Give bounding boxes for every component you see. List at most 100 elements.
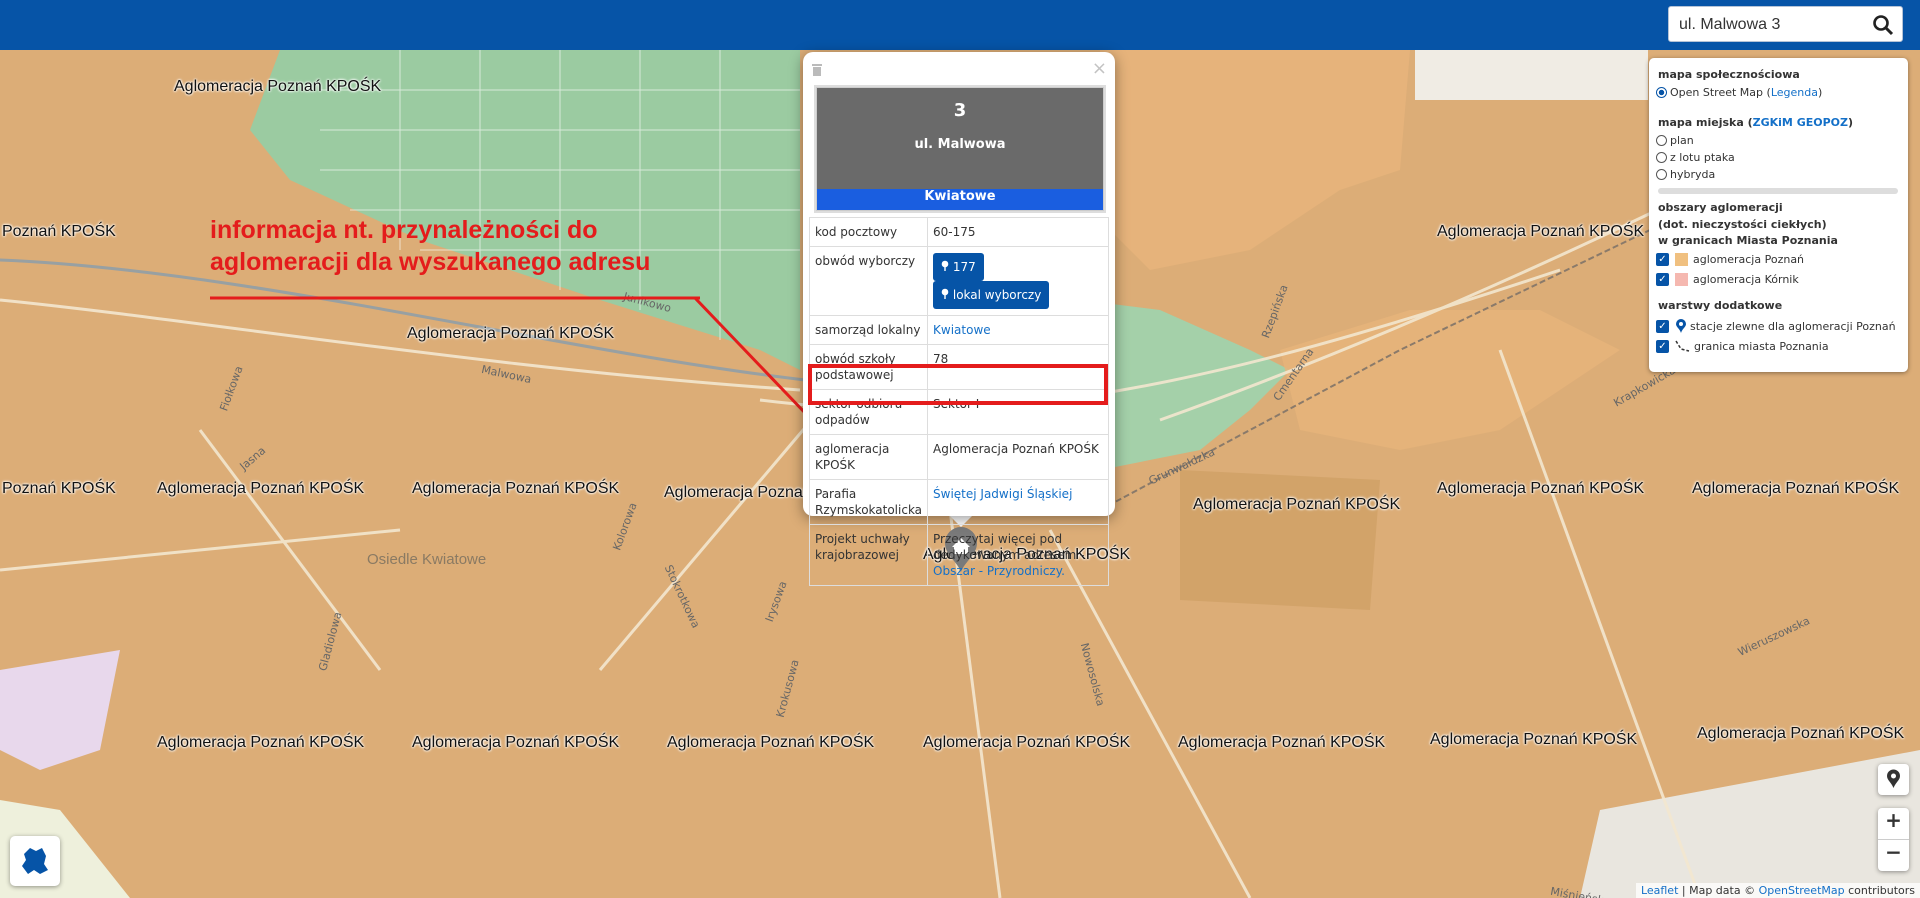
table-row: obwód wyborczy 177 lokal wyborczy [808, 246, 1109, 316]
checkbox[interactable]: ✓ [1656, 319, 1669, 333]
agglomeration-label: Aglomeracja Poznań KPOŚK [174, 78, 382, 95]
district-number-label: 177 [952, 260, 976, 274]
local-council-link[interactable]: Kwiatowe [933, 323, 991, 337]
section-city-map: mapa miejska (ZGKiM GEOPOZ) [1658, 116, 1853, 129]
section-community-map: mapa społecznościowa [1658, 68, 1800, 81]
geopoz-link[interactable]: ZGKiM GEOPOZ [1753, 116, 1848, 129]
district-label: Osiedle Kwiatowe [367, 551, 487, 568]
osm-link[interactable]: OpenStreetMap [1759, 884, 1845, 897]
landscape-text: Przeczytaj więcej pod dedykowanym adrese… [933, 532, 1085, 562]
row-value: Świętej Jadwigi Śląskiej [927, 479, 1109, 525]
agglomeration-label: Aglomeracja Poznań KPOŚK [1692, 480, 1900, 497]
address-street: ul. Malwowa [914, 137, 1006, 152]
polling-station-button[interactable]: lokal wyborczy [933, 281, 1050, 309]
radio[interactable] [1656, 135, 1667, 146]
agglomeration-label: Aglomeracja Poznań KPOŚK [1178, 734, 1386, 751]
poznan-map-icon [22, 848, 48, 874]
leaflet-link[interactable]: Leaflet [1641, 884, 1678, 897]
agglomeration-label: Aglomeracja Poznań [664, 484, 812, 501]
poznan-agglo-toggle[interactable]: ✓ aglomeracja Poznań [1656, 253, 1804, 266]
annotation-text: informacja nt. przynależności do aglomer… [210, 214, 650, 278]
hybrid-option[interactable]: hybryda [1656, 168, 1715, 181]
poznan-swatch [1675, 253, 1688, 266]
zoom-in-button[interactable]: + [1878, 808, 1909, 840]
row-key: aglomeracja KPOŚK [808, 434, 929, 480]
agglomeration-label: Aglomeracja Poznań KPOŚK [157, 734, 365, 751]
agglomeration-label: Poznań KPOŚK [2, 480, 116, 497]
search-icon[interactable] [1870, 12, 1896, 38]
radio[interactable] [1656, 152, 1667, 163]
city-border-label: granica miasta Poznania [1694, 339, 1829, 353]
kornik-agglo-label: aglomeracja Kórnik [1693, 273, 1799, 286]
row-value: Aglomeracja Poznań KPOŚK [927, 434, 1109, 480]
stations-toggle[interactable]: ✓ stacje zlewne dla aglomeracji Poznań [1656, 318, 1896, 334]
row-key: obwód wyborczy [808, 246, 929, 316]
city-map-suffix: ) [1847, 116, 1854, 129]
station-marker-icon [1676, 319, 1686, 333]
landscape-link[interactable]: Obszar - Przyrodniczy. [933, 564, 1065, 578]
plan-label: plan [1670, 134, 1694, 147]
attribution-mid: | Map data © [1678, 884, 1759, 897]
row-value: Przeczytaj więcej pod dedykowanym adrese… [927, 524, 1109, 586]
aerial-label: z lotu ptaka [1670, 151, 1735, 164]
marker-icon [941, 288, 949, 299]
osm-close: ) [1817, 86, 1823, 99]
plan-option[interactable]: plan [1656, 134, 1694, 147]
osm-option[interactable]: Open Street Map (Legenda) [1656, 86, 1822, 99]
section-agglomeration-2: (dot. nieczystości ciekłych) [1658, 218, 1827, 231]
kornik-swatch [1675, 273, 1688, 286]
checkbox[interactable]: ✓ [1656, 253, 1669, 266]
row-key: kod pocztowy [808, 217, 929, 247]
close-icon[interactable]: × [1092, 58, 1107, 79]
kornik-agglo-toggle[interactable]: ✓ aglomeracja Kórnik [1656, 273, 1799, 286]
parish-link[interactable]: Świętej Jadwigi Śląskiej [933, 487, 1072, 501]
annotation-pointer [693, 298, 810, 418]
city-map-prefix: mapa miejska ( [1658, 116, 1753, 129]
agglomeration-label: Aglomeracja Poznań KPOŚK [1437, 223, 1645, 240]
section-agglomeration-3: w granicach Miasta Poznania [1658, 234, 1838, 247]
poznan-agglo-label: aglomeracja Poznań [1693, 253, 1805, 266]
checkbox[interactable]: ✓ [1656, 273, 1669, 286]
marker-icon [941, 260, 949, 271]
agglomeration-label: Aglomeracja Poznań KPOŚK [667, 734, 875, 751]
checkbox[interactable]: ✓ [1656, 339, 1669, 353]
aerial-option[interactable]: z lotu ptaka [1656, 151, 1735, 164]
row-key: Parafia Rzymskokatolicka [808, 479, 929, 525]
popup-header: 3 ul. Malwowa Kwiatowe [816, 87, 1104, 211]
agglomeration-label: Aglomeracja Poznań KPOŚK [1430, 731, 1638, 748]
layer-panel: mapa społecznościowa Open Street Map (Le… [1649, 58, 1908, 372]
radio-selected[interactable] [1656, 87, 1667, 98]
minimap-button[interactable] [10, 836, 60, 886]
polling-station-label: lokal wyborczy [952, 288, 1042, 302]
divider [1658, 188, 1898, 194]
attribution-end: contributors [1844, 884, 1915, 897]
agglomeration-label: Poznań KPOŚK [2, 223, 116, 240]
trash-icon[interactable] [811, 62, 823, 76]
annotation-arrow [210, 296, 700, 300]
row-key: samorząd lokalny [808, 315, 929, 345]
agglomeration-label: Aglomeracja Poznań KPOŚK [1193, 496, 1401, 513]
section-agglomeration-1: obszary aglomeracji [1658, 201, 1783, 214]
agglomeration-label: Aglomeracja Poznań KPOŚK [412, 480, 620, 497]
search-input[interactable] [1677, 11, 1861, 39]
legend-link[interactable]: Legenda [1771, 86, 1818, 99]
agglomeration-label: Aglomeracja Poznań KPOŚK [1697, 725, 1905, 742]
address-district: Kwiatowe [817, 189, 1103, 210]
row-value: Kwiatowe [927, 315, 1109, 345]
zoom-control: + − [1878, 808, 1909, 871]
address-popup: × 3 ul. Malwowa Kwiatowe kod pocztowy 60… [803, 52, 1115, 586]
section-extra-layers: warstwy dodatkowe [1658, 299, 1783, 312]
agglomeration-label: Aglomeracja Poznań KPOŚK [923, 734, 1131, 751]
zoom-out-button[interactable]: − [1878, 840, 1909, 871]
district-number-button[interactable]: 177 [933, 253, 984, 281]
hybrid-label: hybryda [1670, 168, 1716, 181]
highlight-box [808, 364, 1108, 405]
locate-button[interactable] [1878, 764, 1909, 795]
location-pin-icon [1887, 769, 1900, 788]
agglomeration-label: Aglomeracja Poznań KPOŚK [157, 480, 365, 497]
table-row: Projekt uchwały krajobrazowej Przeczytaj… [808, 524, 1109, 586]
radio[interactable] [1656, 169, 1667, 180]
city-border-toggle[interactable]: ✓ granica miasta Poznania [1656, 339, 1829, 353]
row-value: 60-175 [927, 217, 1109, 247]
top-bar [0, 0, 1920, 50]
